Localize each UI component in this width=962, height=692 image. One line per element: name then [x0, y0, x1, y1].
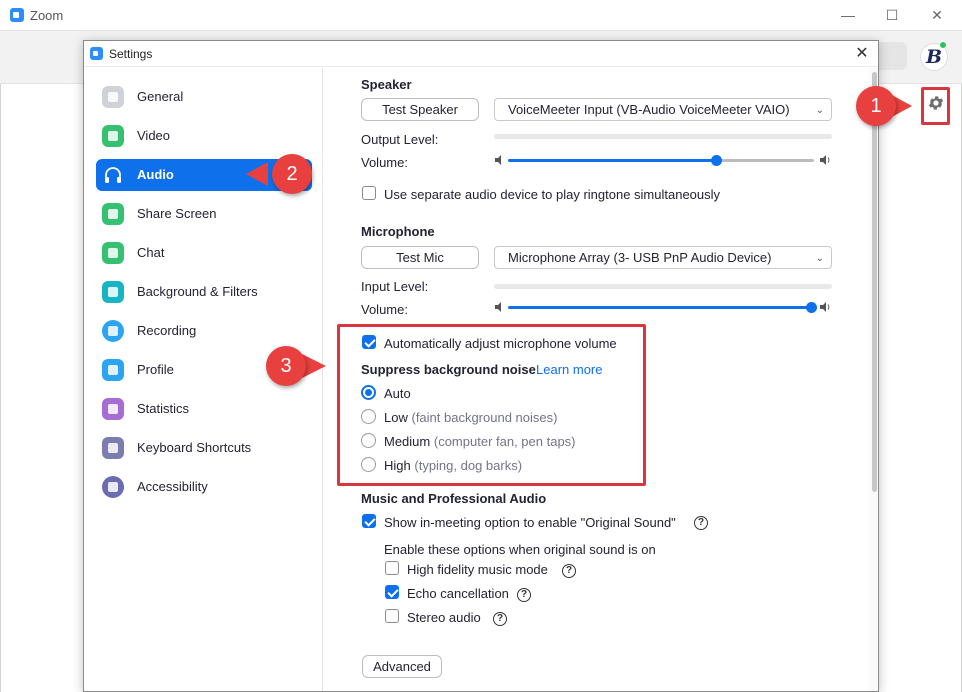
sidebar-item-label: General	[137, 89, 184, 104]
callout-badge: 2	[272, 154, 312, 194]
volume-high-icon	[820, 302, 830, 312]
settings-close-button[interactable]: ✕	[852, 44, 872, 64]
output-level-meter	[494, 134, 832, 139]
input-level-meter	[494, 284, 832, 289]
sidebar-item-label: Audio	[137, 167, 174, 182]
help-icon[interactable]: ?	[493, 612, 507, 626]
speaker-volume-label: Volume:	[361, 155, 408, 170]
profile-icon	[102, 359, 124, 381]
callout-3: 3	[266, 346, 332, 386]
stereo-audio-label: Stereo audio	[407, 610, 481, 625]
recording-icon	[102, 320, 124, 342]
music-section-title: Music and Professional Audio	[361, 491, 547, 506]
sidebar-item-video[interactable]: Video	[96, 120, 312, 152]
sidebar-item-label: Chat	[137, 245, 165, 260]
volume-low-icon	[495, 302, 501, 312]
sidebar-item-recording[interactable]: Recording	[96, 315, 312, 347]
chevron-down-icon: ⌄	[815, 105, 824, 116]
settings-scrollbar[interactable]	[869, 68, 878, 691]
original-sound-checkbox[interactable]	[362, 514, 376, 528]
sidebar-item-label: Share Screen	[137, 206, 217, 221]
original-sound-subtitle: Enable these options when original sound…	[384, 542, 656, 557]
test-mic-button[interactable]: Test Mic	[361, 246, 479, 269]
high-fidelity-label: High fidelity music mode	[407, 562, 548, 577]
sidebar-item-general[interactable]: General	[96, 81, 312, 113]
speaker-volume-slider[interactable]	[711, 155, 722, 166]
chevron-down-icon: ⌄	[815, 253, 824, 264]
ringtone-checkbox-label: Use separate audio device to play ringto…	[384, 187, 721, 202]
sidebar-item-background-filters[interactable]: Background & Filters	[96, 276, 312, 308]
test-speaker-button[interactable]: Test Speaker	[361, 98, 479, 121]
mic-volume-label: Volume:	[361, 302, 408, 317]
volume-high-icon	[820, 155, 830, 165]
mic-volume-fill	[508, 306, 811, 309]
speaker-volume-fill	[508, 159, 716, 162]
sidebar-item-label: Profile	[137, 362, 174, 377]
microphone-section-title: Microphone	[361, 224, 435, 239]
settings-gear-icon[interactable]	[927, 94, 945, 112]
callout-2: 2	[246, 154, 314, 194]
settings-dialog: Settings ✕ General Video Audio Share Scr…	[83, 40, 879, 692]
zoom-titlebar: Zoom — ☐ ✕	[0, 0, 962, 31]
sidebar-item-share-screen[interactable]: Share Screen	[96, 198, 312, 230]
mic-volume-slider[interactable]	[806, 302, 817, 313]
original-sound-label: Show in-meeting option to enable "Origin…	[384, 515, 676, 530]
sidebar-item-label: Video	[137, 128, 171, 143]
maximize-button[interactable]: ☐	[877, 4, 907, 26]
callout-1: 1	[856, 86, 918, 126]
input-level-label: Input Level:	[361, 279, 429, 294]
microphone-device-value: Microphone Array (3- USB PnP Audio Devic…	[508, 250, 772, 265]
settings-titlebar: Settings ✕	[84, 41, 878, 67]
stereo-audio-checkbox[interactable]	[385, 609, 399, 623]
noise-settings-highlight-box	[337, 324, 646, 486]
help-icon[interactable]: ?	[562, 564, 576, 578]
microphone-device-select[interactable]: Microphone Array (3- USB PnP Audio Devic…	[494, 246, 832, 269]
advanced-button[interactable]: Advanced	[362, 655, 442, 678]
sidebar-item-chat[interactable]: Chat	[96, 237, 312, 269]
echo-cancellation-label: Echo cancellation	[407, 586, 509, 601]
zoom-logo-icon	[10, 8, 24, 22]
speaker-device-value: VoiceMeeter Input (VB-Audio VoiceMeeter …	[508, 102, 790, 117]
share-screen-icon	[102, 203, 124, 225]
settings-title: Settings	[109, 47, 153, 61]
statistics-icon	[102, 398, 124, 420]
headphones-icon	[105, 167, 121, 183]
minimize-button[interactable]: —	[833, 4, 863, 26]
accessibility-icon	[102, 476, 124, 498]
callout-arrow	[246, 162, 268, 186]
sidebar-item-keyboard-shortcuts[interactable]: Keyboard Shortcuts	[96, 432, 312, 464]
callout-badge: 3	[266, 346, 306, 386]
gear-icon	[102, 86, 124, 108]
speaker-device-select[interactable]: VoiceMeeter Input (VB-Audio VoiceMeeter …	[494, 98, 832, 121]
speaker-volume-track	[716, 159, 814, 162]
sidebar-item-statistics[interactable]: Statistics	[96, 393, 312, 425]
sidebar-item-label: Recording	[137, 323, 197, 338]
zoom-window-title: Zoom	[30, 8, 64, 23]
video-icon	[102, 125, 124, 147]
callout-badge: 1	[856, 86, 896, 126]
close-window-button[interactable]: ✕	[922, 4, 952, 26]
scrollbar-thumb[interactable]	[872, 72, 877, 492]
presence-status-dot	[939, 41, 947, 49]
output-level-label: Output Level:	[361, 132, 439, 147]
volume-low-icon	[495, 155, 501, 165]
background-icon	[102, 281, 124, 303]
chat-icon	[102, 242, 124, 264]
speaker-section-title: Speaker	[361, 77, 412, 92]
ringtone-checkbox[interactable]	[362, 186, 376, 200]
help-icon[interactable]: ?	[694, 516, 708, 530]
sidebar-item-label: Keyboard Shortcuts	[137, 440, 252, 455]
zoom-logo-icon	[90, 47, 103, 60]
echo-cancellation-checkbox[interactable]	[385, 585, 399, 599]
keyboard-icon	[102, 437, 124, 459]
help-icon[interactable]: ?	[517, 588, 531, 602]
sidebar-item-label: Accessibility	[137, 479, 208, 494]
sidebar-item-accessibility[interactable]: Accessibility	[96, 471, 312, 503]
sidebar-item-label: Background & Filters	[137, 284, 258, 299]
sidebar-item-label: Statistics	[137, 401, 190, 416]
high-fidelity-checkbox[interactable]	[385, 561, 399, 575]
